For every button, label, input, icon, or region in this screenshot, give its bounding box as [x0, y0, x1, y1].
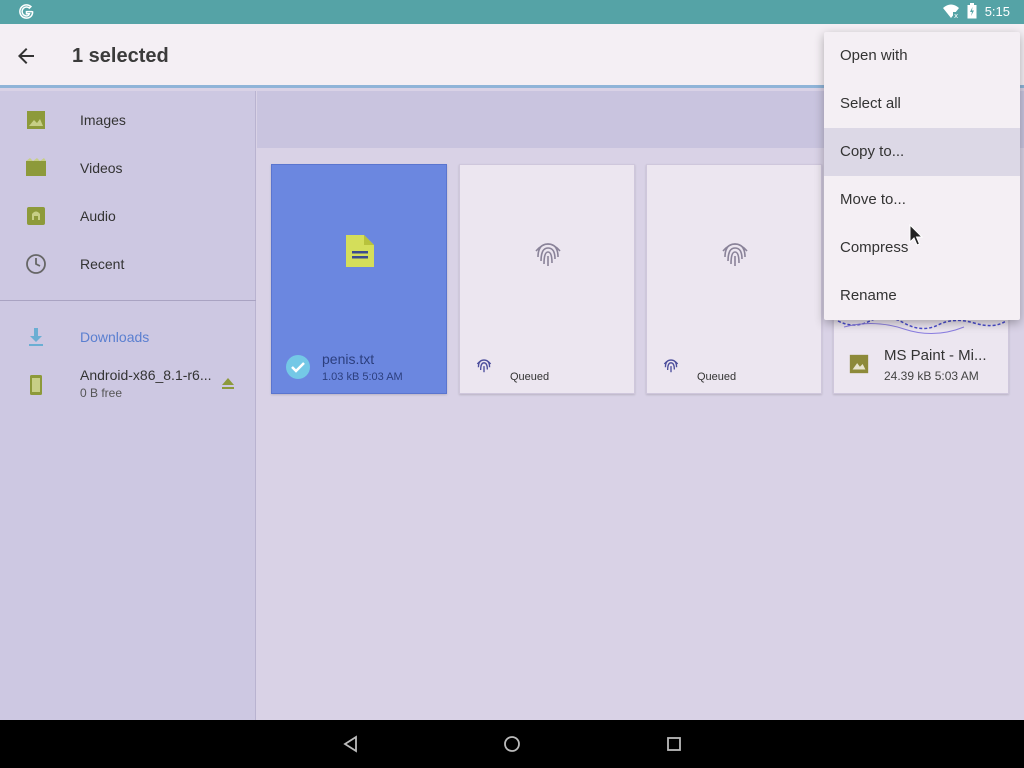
selection-title: 1 selected [72, 45, 169, 67]
menu-item-move-to[interactable]: Move to... [824, 176, 1020, 224]
navigation-bar [0, 720, 1024, 768]
sidebar-item-label: Android-x86_8.1-r6... [80, 367, 212, 383]
menu-item-open-with[interactable]: Open with [824, 32, 1020, 80]
queued-status: Queued [697, 371, 737, 383]
fingerprint-icon [476, 359, 492, 373]
sidebar-item-android-root[interactable]: Android-x86_8.1-r6... 0 B free [0, 365, 256, 405]
image-file-icon [849, 354, 869, 374]
file-meta: 24.39 kB 5:03 AM [884, 369, 979, 383]
wifi-icon: x [942, 4, 959, 18]
recents-square-icon[interactable] [664, 734, 684, 754]
queued-status: Queued [510, 371, 550, 383]
sidebar-item-label: Audio [80, 208, 116, 224]
free-space-label: 0 B free [80, 386, 123, 400]
sidebar-item-audio[interactable]: Audio [0, 196, 256, 236]
home-circle-icon[interactable] [502, 734, 522, 754]
sidebar-item-label: Videos [80, 160, 123, 176]
mouse-cursor-icon [909, 224, 924, 246]
status-bar: x 5:15 [0, 0, 1024, 24]
text-file-icon [346, 235, 374, 267]
check-circle-icon [286, 355, 310, 379]
svg-text:x: x [954, 12, 958, 18]
sidebar-item-label: Recent [80, 256, 125, 272]
file-card[interactable]: Queued [459, 164, 635, 394]
fingerprint-icon [663, 359, 679, 373]
sidebar: Images Videos Audio Recent Downloads And… [0, 91, 256, 720]
menu-item-rename[interactable]: Rename [824, 272, 1020, 320]
sidebar-divider [0, 300, 256, 301]
audio-icon [27, 207, 45, 225]
eject-icon[interactable] [220, 375, 236, 391]
video-icon [26, 158, 46, 176]
back-triangle-icon[interactable] [341, 734, 361, 754]
download-icon [29, 328, 43, 346]
image-icon [27, 111, 45, 129]
sidebar-item-downloads[interactable]: Downloads [0, 317, 256, 357]
sidebar-item-recent[interactable]: Recent [0, 244, 256, 284]
menu-item-copy-to[interactable]: Copy to... [824, 128, 1020, 176]
sidebar-item-images[interactable]: Images [0, 100, 256, 140]
fingerprint-icon [722, 243, 748, 266]
arrow-back-icon[interactable] [14, 44, 38, 68]
file-card[interactable]: penis.txt 1.03 kB 5:03 AM [271, 164, 447, 394]
clock-icon [26, 254, 46, 274]
sidebar-item-label: Images [80, 112, 126, 128]
fingerprint-icon [535, 243, 561, 266]
sidebar-item-label: Downloads [80, 329, 150, 345]
file-name: penis.txt [322, 351, 375, 367]
sidebar-item-videos[interactable]: Videos [0, 148, 256, 188]
file-card[interactable]: Queued [646, 164, 822, 394]
file-name: MS Paint - Mi... [884, 347, 987, 364]
status-time: 5:15 [984, 3, 1010, 19]
device-icon [30, 375, 42, 395]
menu-item-select-all[interactable]: Select all [824, 80, 1020, 128]
overflow-menu: Open with Select all Copy to... Move to.… [824, 32, 1020, 320]
battery-icon [967, 3, 977, 19]
google-g-icon [19, 4, 34, 19]
file-meta: 1.03 kB 5:03 AM [322, 371, 403, 383]
